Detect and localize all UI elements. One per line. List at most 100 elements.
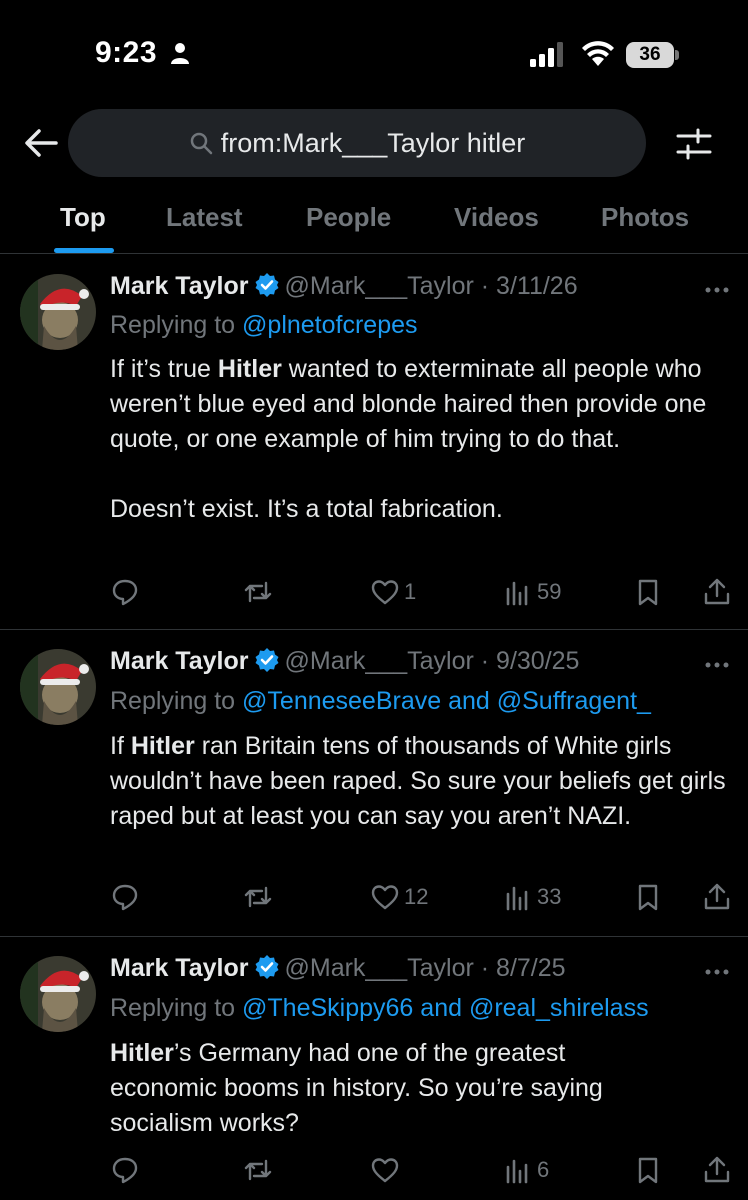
mention-link[interactable]: @plnetofcrepes [242,311,417,339]
tab-videos[interactable]: Videos [454,202,539,233]
avatar[interactable] [20,956,96,1032]
mention-conjunction: and [441,687,497,715]
text-segment: If [110,732,131,760]
views-chart-icon [506,581,528,606]
tweet-date[interactable]: 8/7/25 [496,954,566,982]
author-name[interactable]: Mark Taylor [110,647,248,675]
share-icon [704,883,730,910]
status-time: 9:23 [95,36,158,69]
author-handle: @Mark___Taylor [284,272,474,300]
share-button[interactable] [702,572,732,612]
tab-people[interactable]: People [306,202,391,233]
like-count: 1 [404,579,417,604]
reply-button[interactable] [110,572,140,612]
tweet[interactable]: Mark Taylor @Mark___Taylor · 9/30/25 Repl… [0,631,748,937]
tweet-header: Mark Taylor @Mark___Taylor · 9/30/25 [110,647,579,676]
more-options-icon[interactable] [704,660,730,670]
tab-latest[interactable]: Latest [166,202,243,233]
bookmark-icon [638,1157,658,1184]
more-options-icon[interactable] [704,967,730,977]
back-arrow-icon[interactable] [22,124,60,162]
mention-link[interactable]: @TheSkippy66 [242,994,413,1022]
retweet-icon [244,886,272,908]
bookmark-button[interactable] [633,877,663,917]
dot-separator: · [473,954,497,982]
share-icon [704,1156,730,1183]
author-handle: @Mark___Taylor [284,954,474,982]
status-bar: 9:23 36 [0,0,748,100]
views-chart-icon [506,886,528,911]
tab-top[interactable]: Top [60,202,106,233]
tweet[interactable]: Mark Taylor @Mark___Taylor · 3/11/26 Repl… [0,256,748,630]
mention-link[interactable]: @real_shirelass [469,994,649,1022]
author-name[interactable]: Mark Taylor [110,954,248,982]
reply-icon [112,579,138,606]
more-options-icon[interactable] [704,285,730,295]
views-button[interactable]: 59 [503,572,561,612]
highlighted-term: Hitler [130,732,195,760]
search-tabs: Top Latest People Videos Photos [0,190,748,254]
view-count: 59 [537,579,562,604]
dot-separator: · [473,272,497,300]
heart-icon [371,885,399,910]
tweet-date[interactable]: 9/30/25 [496,647,579,675]
bookmark-icon [638,884,658,911]
tweet-text: Hitler’s Germany had one of the greatest… [110,1036,670,1141]
dot-separator: · [473,647,497,675]
share-button[interactable] [702,877,732,917]
filter-sliders-icon[interactable] [674,124,714,164]
tweet-text: If it’s true Hitler wanted to exterminat… [110,352,740,527]
like-button[interactable]: 12 [370,877,428,917]
view-count: 33 [537,884,562,909]
bookmark-icon [638,579,658,606]
tweet-date[interactable]: 3/11/26 [496,272,578,300]
verified-badge-icon [255,273,279,297]
highlighted-term: Hitler [110,1039,174,1067]
mention-link[interactable]: @TenneseeBrave [242,687,441,715]
search-input[interactable]: from:Mark___Taylor hitler [68,109,646,177]
reply-icon [112,884,138,911]
highlighted-term: Hitler [217,355,282,383]
retweet-button[interactable] [243,1150,273,1190]
heart-icon [371,580,399,605]
tab-photos[interactable]: Photos [601,202,689,233]
retweet-icon [244,581,272,603]
tweet-actions: 6 [0,1150,748,1190]
view-count: 6 [537,1157,550,1182]
bookmark-button[interactable] [633,1150,663,1190]
tweet-paragraph: Doesn’t exist. It’s a total fabrication. [110,495,503,523]
bookmark-button[interactable] [633,572,663,612]
tweet-paragraph: Hitler’s Germany had one of the greatest… [110,1036,670,1141]
replying-to: Replying to @plnetofcrepes [110,311,418,340]
search-icon [190,132,212,155]
tweet[interactable]: Mark Taylor @Mark___Taylor · 8/7/25 Reply… [0,938,748,1200]
mention-link[interactable]: @Suffragent_ [497,687,651,715]
like-button[interactable]: 1 [370,572,416,612]
replying-to: Replying to @TenneseeBrave and @Suffrage… [110,687,651,716]
share-icon [704,578,730,605]
avatar[interactable] [20,274,96,350]
active-tab-indicator [54,248,114,253]
views-chart-icon [506,1159,528,1184]
author-name[interactable]: Mark Taylor [110,272,248,300]
reply-button[interactable] [110,1150,140,1190]
tweet-actions: 12 33 [0,877,748,917]
like-button[interactable] [370,1150,404,1190]
views-button[interactable]: 6 [503,1150,549,1190]
tweet-text: If Hitler ran Britain tens of thousands … [110,729,740,834]
retweet-button[interactable] [243,572,273,612]
tweet-header: Mark Taylor @Mark___Taylor · 8/7/25 [110,954,566,983]
replying-to-label: Replying to [110,687,243,715]
text-segment: If it’s true [110,355,218,383]
views-button[interactable]: 33 [503,877,561,917]
retweet-button[interactable] [243,877,273,917]
verified-badge-icon [255,648,279,672]
avatar[interactable] [20,649,96,725]
battery-indicator: 36 [626,42,679,68]
text-segment: ran Britain tens of thousands of White g… [110,732,726,830]
share-button[interactable] [702,1150,732,1190]
reply-icon [112,1157,138,1184]
reply-button[interactable] [110,877,140,917]
wifi-icon [582,41,614,66]
search-query: from:Mark___Taylor hitler [220,127,526,158]
